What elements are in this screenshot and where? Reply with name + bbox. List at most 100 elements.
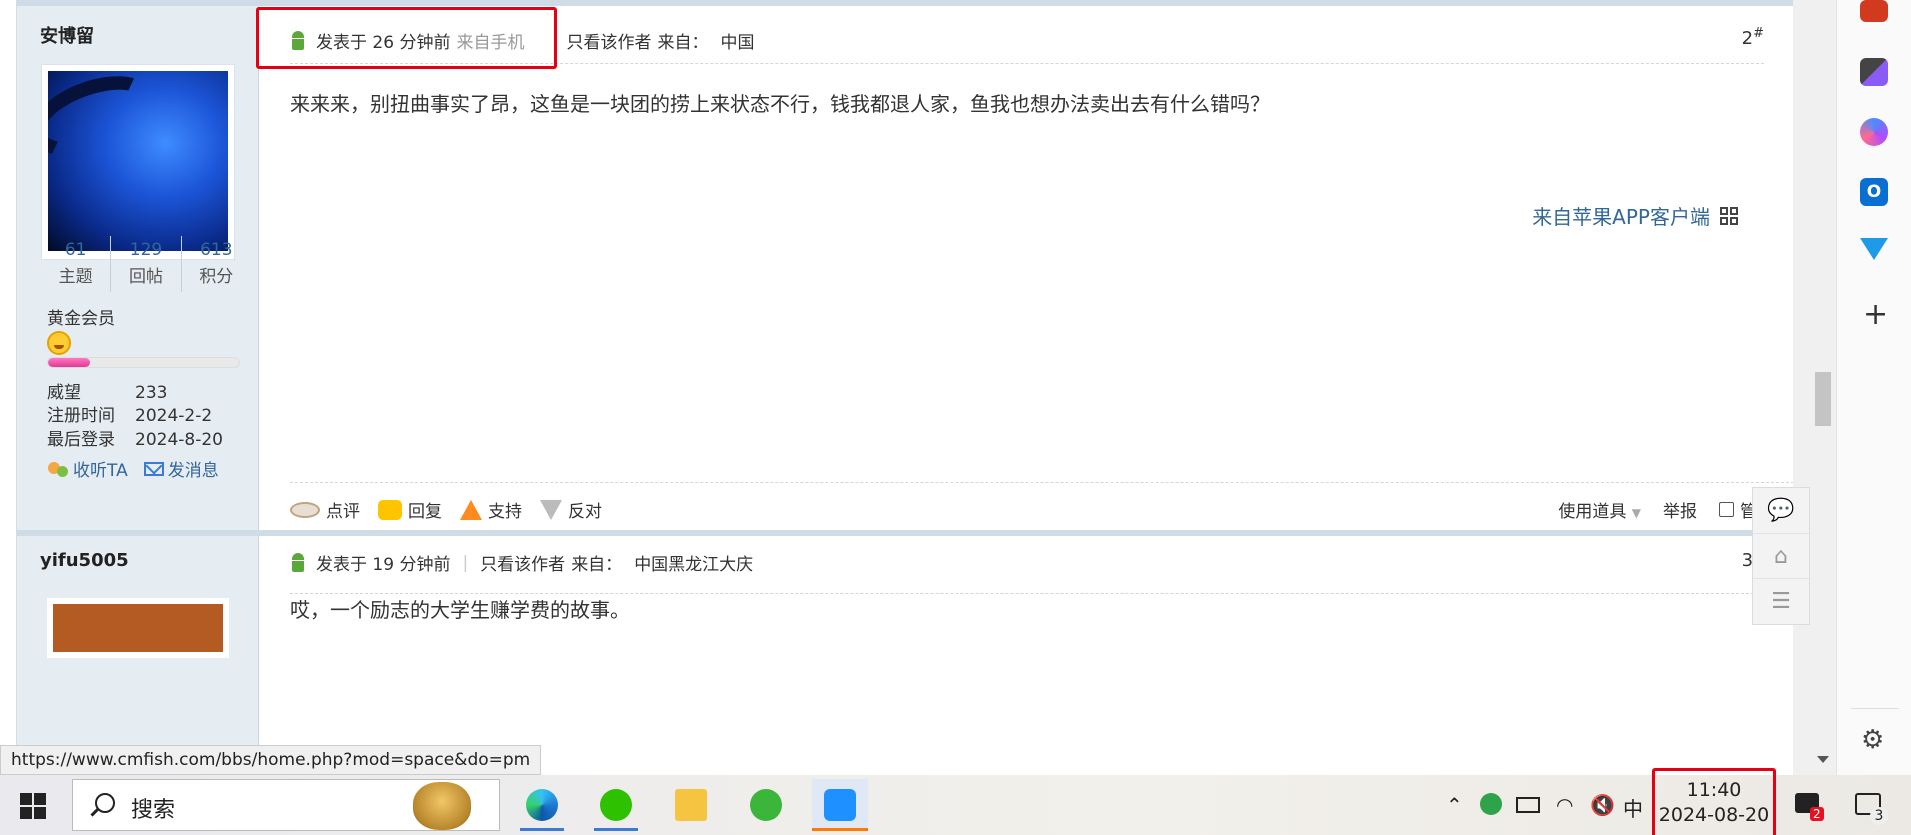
list-icon[interactable]: ☰ <box>1753 579 1809 624</box>
comment-button[interactable]: 点评 <box>290 497 360 522</box>
stat-points-label: 积分 <box>199 267 234 287</box>
stat-points-value: 613 <box>200 240 233 260</box>
oppose-button[interactable]: 反对 <box>540 497 602 522</box>
app-badge-count: 2 <box>1810 807 1824 821</box>
info-last-login: 最后登录 2024-8-20 <box>47 425 223 450</box>
support-button[interactable]: 支持 <box>460 497 522 522</box>
sidebar-divider <box>1851 708 1899 709</box>
follow-label: 收听TA <box>73 461 128 481</box>
info-prestige-key: 威望 <box>47 383 81 403</box>
security-icon[interactable] <box>1480 793 1502 815</box>
feishu-app[interactable] <box>812 779 868 831</box>
add-icon[interactable]: + <box>1863 300 1888 330</box>
show-hidden-icons[interactable]: ⌃ <box>1446 793 1463 817</box>
manage-checkbox[interactable] <box>1719 502 1734 517</box>
android-icon <box>290 552 306 573</box>
app-active-indicator <box>812 828 868 831</box>
member-rank[interactable]: 黄金会员 <box>47 304 115 329</box>
windows-start-icon[interactable] <box>20 793 46 819</box>
stat-replies-label: 回帖 <box>128 267 163 287</box>
outlook-icon[interactable]: O <box>1860 178 1888 206</box>
qr-code-icon[interactable] <box>1720 206 1738 225</box>
ie-app[interactable] <box>738 779 794 831</box>
author-sidebar-3: yifu5005 <box>17 536 259 775</box>
send-icon[interactable] <box>1860 238 1888 260</box>
file-explorer-app[interactable] <box>663 779 719 831</box>
avatar-image <box>48 71 228 251</box>
info-last-login-value: 2024-8-20 <box>135 430 223 450</box>
post-tools: 使用道具 ▼ 举报 管理 <box>1558 497 1774 522</box>
reply-label: 回复 <box>408 502 442 522</box>
from-app-link[interactable]: 来自苹果APP客户端 <box>1532 201 1738 230</box>
taskbar-search[interactable]: 搜索 <box>72 779 500 831</box>
info-register-key: 注册时间 <box>47 406 115 426</box>
tools-icon[interactable] <box>1860 0 1888 22</box>
use-tools-label: 使用道具 <box>1558 502 1627 522</box>
stat-topics[interactable]: 61 主题 <box>41 236 112 292</box>
author-actions: 收听TA 发消息 <box>47 456 219 481</box>
rank-smiley-icon <box>47 331 71 355</box>
stat-replies[interactable]: 129 回帖 <box>111 236 182 292</box>
only-author-link-3[interactable]: 只看该作者 <box>480 550 565 575</box>
avatar-3[interactable] <box>47 598 229 658</box>
author-name-3[interactable]: yifu5005 <box>40 550 129 571</box>
post-3: yifu5005 发表于 19 分钟前 | 只看该作者 来自： 中国黑龙江大庆 … <box>17 536 1793 775</box>
follow-button[interactable]: 收听TA <box>47 456 128 481</box>
avatar[interactable] <box>41 64 235 260</box>
games-icon[interactable] <box>1860 58 1888 86</box>
ie-icon <box>750 789 782 821</box>
edge-icon <box>526 789 558 821</box>
forum-thread: 安博留 61 主题 129 回帖 613 积分 黄金会员 威望 233 注册时间… <box>16 0 1793 775</box>
stat-replies-value: 129 <box>129 240 163 260</box>
quick-reply-icon[interactable]: 💬 <box>1753 488 1809 534</box>
stat-points[interactable]: 613 积分 <box>182 236 251 292</box>
comment-icon <box>290 501 320 518</box>
post-content-3: 哎，一个励志的大学生赚学费的故事。 <box>290 598 630 622</box>
send-message-label: 发消息 <box>167 461 219 481</box>
back-to-top-icon[interactable]: ⌂ <box>1753 534 1809 580</box>
post-actions: 点评 回复 支持 反对 <box>290 497 602 522</box>
floor-number[interactable]: 2# <box>1742 26 1764 49</box>
search-icon <box>95 793 115 813</box>
report-link[interactable]: 举报 <box>1663 497 1697 522</box>
level-progress-fill <box>48 358 91 367</box>
only-author-link[interactable]: 只看该作者 <box>566 28 651 53</box>
post-meta-3: 发表于 19 分钟前 | 只看该作者 来自： 中国黑龙江大庆 <box>290 550 753 575</box>
reply-button[interactable]: 回复 <box>378 497 442 522</box>
reply-icon <box>378 499 402 520</box>
from-app-label: 来自苹果APP客户端 <box>1532 205 1710 229</box>
post-location: 中国 <box>720 33 755 53</box>
scroll-down-icon[interactable] <box>1817 756 1829 763</box>
search-placeholder: 搜索 <box>131 798 176 823</box>
highlight-post-time <box>256 7 557 69</box>
stat-topics-label: 主题 <box>58 267 93 287</box>
author-name[interactable]: 安博留 <box>40 22 94 48</box>
chevron-down-icon: ▼ <box>1631 506 1641 520</box>
copilot-icon[interactable] <box>1860 118 1888 146</box>
floor-value: 2 <box>1741 28 1754 49</box>
edge-app[interactable] <box>514 779 570 831</box>
volume-muted-icon[interactable]: 🔇 <box>1590 793 1615 817</box>
gear-icon[interactable]: ⚙ <box>1861 725 1884 755</box>
post-body: 发表于 26 分钟前 来自手机 只看该作者 来自： 中国 2# 来来来，别扭曲事… <box>260 6 1793 530</box>
ime-indicator[interactable]: 中 <box>1623 793 1643 822</box>
send-message-button[interactable]: 发消息 <box>143 456 219 481</box>
floating-toolbar: 💬 ⌂ ☰ <box>1752 487 1810 625</box>
wechat-app[interactable] <box>588 779 644 831</box>
follow-icon <box>47 460 69 478</box>
feishu-icon <box>824 789 856 821</box>
search-highlight-image <box>413 782 471 830</box>
page-scrollbar[interactable] <box>1793 0 1836 775</box>
post-2: 安博留 61 主题 129 回帖 613 积分 黄金会员 威望 233 注册时间… <box>17 6 1793 530</box>
use-tools-dropdown[interactable]: 使用道具 ▼ <box>1558 497 1641 522</box>
comment-label: 点评 <box>326 502 360 522</box>
floor-mark: # <box>1753 26 1764 41</box>
battery-icon[interactable] <box>1516 797 1540 813</box>
mail-icon <box>143 461 164 476</box>
app-running-indicator <box>594 828 638 831</box>
edge-sidebar: O + ⚙ <box>1836 0 1911 775</box>
oppose-label: 反对 <box>568 502 602 522</box>
scrollbar-thumb[interactable] <box>1815 372 1831 426</box>
notification-count: 3 <box>1870 807 1888 825</box>
wifi-icon[interactable]: ◠ <box>1556 793 1573 817</box>
